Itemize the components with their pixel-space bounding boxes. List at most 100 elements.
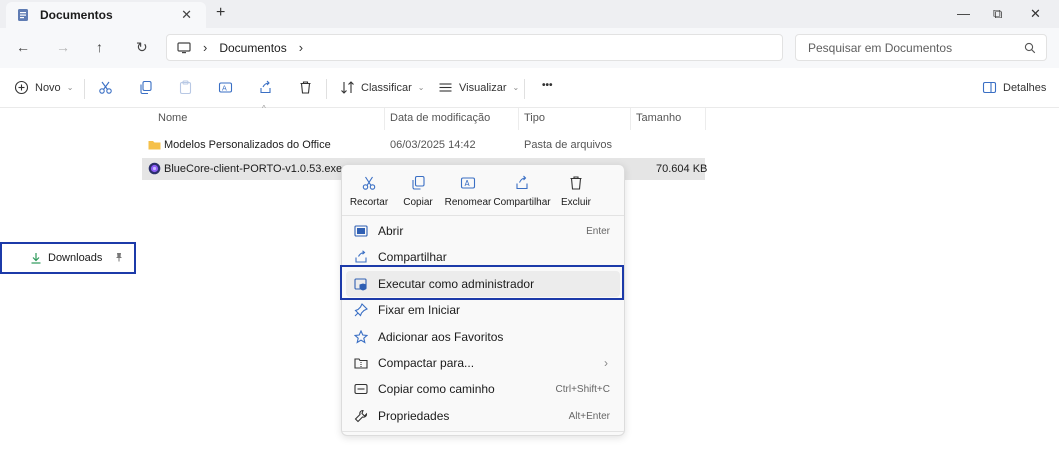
navigation-bar: ← → ↑ ↻ › Documentos › Pesquisar em Docu… (0, 28, 1059, 68)
tab-close-button[interactable]: ✕ (181, 7, 192, 23)
address-bar[interactable]: › Documentos › (166, 34, 783, 61)
file-size: 70.604 KB (656, 163, 708, 175)
delete-action[interactable]: Excluir (546, 175, 606, 208)
column-header-size[interactable]: Tamanho (636, 112, 681, 124)
sort-icon (341, 81, 354, 94)
view-button[interactable]: Visualizar ⌄ (438, 80, 519, 95)
rename-action[interactable]: A Renomear (438, 175, 498, 208)
sort-button[interactable]: Classificar ⌄ (340, 80, 424, 95)
forward-button[interactable]: → (56, 39, 70, 55)
quick-action-label: Compartilhar (493, 197, 551, 208)
menu-item-shortcut: Enter (586, 225, 610, 237)
sidebar-item-label: Downloads (48, 252, 103, 264)
svg-text:A: A (465, 179, 471, 188)
file-type: Pasta de arquivos (524, 139, 613, 151)
file-row-folder[interactable]: Modelos Personalizados do Office 06/03/2… (142, 134, 705, 156)
column-header-type[interactable]: Tipo (524, 112, 545, 124)
search-input[interactable]: Pesquisar em Documentos (808, 41, 1024, 55)
pin-icon[interactable] (114, 252, 124, 262)
pin-icon (354, 303, 368, 317)
new-button[interactable]: Novo ⌄ (14, 80, 73, 95)
menu-item-label: Abrir (378, 224, 404, 238)
column-divider (630, 108, 631, 130)
sidebar-item-downloads[interactable]: Downloads (0, 242, 136, 274)
details-label: Detalhes (1003, 81, 1047, 94)
share-icon (355, 250, 367, 263)
breadcrumb-documentos[interactable]: Documentos (219, 41, 286, 55)
menu-item-label: Propriedades (378, 409, 450, 423)
rename-button[interactable]: A (218, 80, 233, 95)
delete-icon (570, 176, 582, 190)
tab-title: Documentos (40, 8, 113, 22)
chevron-down-icon: ⌄ (66, 83, 74, 92)
share-icon (260, 80, 271, 94)
command-bar: Novo ⌄ A Classificar ⌄ Visualizar ⌄ ••• … (0, 68, 1059, 108)
copy-button[interactable] (138, 80, 153, 95)
menu-item-copy-path[interactable]: Copiar como caminho Ctrl+Shift+C (346, 376, 620, 402)
sort-indicator: ^ (262, 104, 266, 113)
view-label: Visualizar (459, 81, 507, 94)
svg-text:A: A (222, 85, 227, 93)
close-window-button[interactable]: ✕ (1030, 6, 1041, 22)
more-options-button[interactable]: ••• (536, 80, 553, 91)
back-button[interactable]: ← (16, 39, 30, 55)
column-divider (705, 108, 706, 130)
paste-icon (179, 80, 192, 95)
more-icon: ••• (542, 80, 553, 91)
details-pane-icon (982, 81, 997, 94)
tab-documentos[interactable]: Documentos ✕ (6, 2, 206, 28)
copy-icon (140, 80, 152, 95)
toolbar-divider (84, 79, 85, 99)
app-icon (148, 162, 161, 175)
quick-action-label: Renomear (444, 197, 492, 208)
column-divider (384, 108, 385, 130)
menu-item-properties[interactable]: Propriedades Alt+Enter (346, 403, 620, 429)
chevron-down-icon: ⌄ (512, 83, 520, 92)
column-divider (518, 108, 519, 130)
sort-label: Classificar (361, 81, 412, 94)
share-button[interactable] (258, 80, 273, 95)
menu-item-label: Compartilhar (378, 250, 447, 264)
folder-icon (148, 141, 161, 150)
menu-item-label: Copiar como caminho (378, 382, 495, 396)
menu-item-label: Compactar para... (378, 356, 475, 370)
cut-icon (362, 176, 376, 190)
document-icon (18, 9, 28, 21)
breadcrumb-expand[interactable]: › (299, 40, 303, 55)
minimize-button[interactable]: — (957, 6, 970, 21)
new-tab-button[interactable]: + (216, 4, 225, 22)
search-box[interactable]: Pesquisar em Documentos (795, 34, 1047, 61)
breadcrumb-separator: › (203, 40, 208, 55)
view-icon (439, 83, 452, 92)
title-bar: Documentos ✕ + — ⧉ ✕ (0, 0, 1059, 28)
delete-button[interactable] (298, 80, 313, 95)
path-icon (354, 383, 368, 395)
column-header-name[interactable]: Nome (158, 112, 187, 124)
cut-icon (99, 81, 112, 94)
search-icon (1024, 42, 1036, 53)
star-icon (354, 330, 368, 344)
menu-item-add-favorites[interactable]: Adicionar aos Favoritos (346, 324, 620, 350)
menu-item-compress[interactable]: Compactar para... › (346, 350, 620, 376)
computer-icon (177, 41, 191, 53)
menu-item-label: Fixar em Iniciar (378, 303, 461, 317)
menu-item-pin-to-start[interactable]: Fixar em Iniciar (346, 297, 620, 323)
open-icon (354, 225, 368, 237)
cut-button[interactable] (98, 80, 113, 95)
details-button[interactable]: Detalhes (982, 80, 1046, 95)
chevron-down-icon: ⌄ (417, 83, 425, 92)
paste-button[interactable] (178, 80, 193, 95)
maximize-button[interactable]: ⧉ (993, 6, 1002, 22)
share-action[interactable]: Compartilhar (492, 175, 552, 208)
file-name: BlueCore-client-PORTO-v1.0.53.exe (164, 163, 343, 175)
menu-item-open[interactable]: Abrir Enter (346, 218, 620, 244)
menu-item-shortcut: Alt+Enter (568, 410, 610, 422)
file-date: 06/03/2025 14:42 (390, 139, 476, 151)
new-label: Novo (35, 81, 61, 94)
up-button[interactable]: ↑ (96, 39, 103, 55)
refresh-button[interactable]: ↻ (136, 39, 148, 56)
rename-icon: A (218, 82, 233, 93)
menu-divider (342, 215, 624, 216)
column-header-date[interactable]: Data de modificação (390, 112, 490, 124)
delete-icon (300, 81, 311, 94)
